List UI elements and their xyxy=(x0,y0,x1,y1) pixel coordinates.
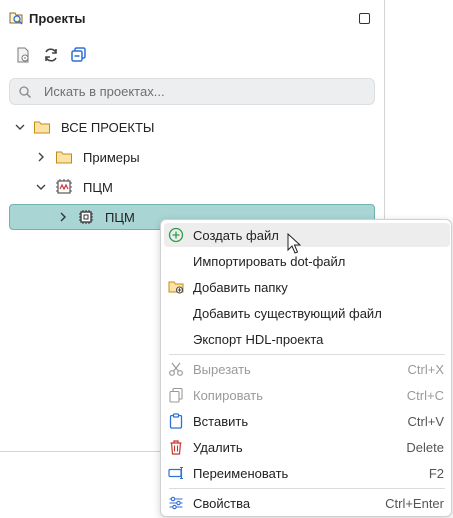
tree-item-examples[interactable]: Примеры xyxy=(0,144,385,170)
context-menu: Создать файл Импортировать dot-файл Доба… xyxy=(160,219,452,517)
menu-item-delete[interactable]: Удалить Delete xyxy=(164,435,450,459)
menu-separator xyxy=(169,354,445,355)
menu-item-cut[interactable]: Вырезать Ctrl+X xyxy=(164,357,450,381)
open-file-icon[interactable] xyxy=(14,46,32,64)
mouse-cursor-icon xyxy=(287,233,301,254)
chevron-right-icon[interactable] xyxy=(35,151,47,163)
rename-icon xyxy=(168,466,183,480)
menu-item-label: Свойства xyxy=(193,496,251,511)
search-input[interactable] xyxy=(44,82,364,101)
tree-item-label: Примеры xyxy=(83,150,140,165)
folder-icon xyxy=(34,121,50,134)
menu-item-import-dot[interactable]: Импортировать dot-файл xyxy=(164,249,450,273)
menu-item-label: Экспорт HDL-проекта xyxy=(193,332,324,347)
trash-icon xyxy=(170,440,182,455)
menu-item-shortcut: Delete xyxy=(406,440,444,455)
scissors-icon xyxy=(169,362,183,376)
menu-item-shortcut: Ctrl+V xyxy=(407,414,444,429)
tree-item-pcm-project[interactable]: ПЦМ xyxy=(0,174,385,200)
menu-item-label: Удалить xyxy=(193,440,243,455)
menu-item-label: Вставить xyxy=(193,414,249,429)
panel-header: Проекты xyxy=(0,0,385,36)
menu-item-label: Переименовать xyxy=(193,466,289,481)
refresh-icon[interactable] xyxy=(42,46,60,64)
tree-item-label: ПЦМ xyxy=(83,180,113,195)
menu-item-label: Импортировать dot-файл xyxy=(193,254,346,269)
menu-item-add-folder[interactable]: Добавить папку xyxy=(164,275,450,299)
chevron-down-icon[interactable] xyxy=(14,121,26,133)
projects-search-icon xyxy=(9,12,23,25)
folder-icon xyxy=(56,151,72,164)
search-box xyxy=(9,78,375,105)
menu-item-shortcut: F2 xyxy=(428,466,444,481)
menu-item-create-file[interactable]: Создать файл xyxy=(164,223,450,247)
tree-item-label: ПЦМ xyxy=(105,210,135,225)
menu-item-label: Добавить папку xyxy=(193,280,288,295)
menu-item-rename[interactable]: Переименовать F2 xyxy=(164,461,450,485)
menu-item-copy[interactable]: Копировать Ctrl+C xyxy=(164,383,450,407)
chevron-down-icon[interactable] xyxy=(35,181,47,193)
menu-item-properties[interactable]: Свойства Ctrl+Enter xyxy=(164,491,450,515)
menu-item-shortcut: Ctrl+C xyxy=(406,388,444,403)
maximize-button[interactable] xyxy=(359,13,370,24)
collapse-all-icon[interactable] xyxy=(70,46,88,64)
chevron-right-icon[interactable] xyxy=(57,211,69,223)
chip-icon xyxy=(79,210,93,224)
menu-item-add-existing-file[interactable]: Добавить существующий файл xyxy=(164,301,450,325)
tree-item-all-projects[interactable]: ВСЕ ПРОЕКТЫ xyxy=(0,114,385,140)
menu-item-label: Копировать xyxy=(193,388,263,403)
menu-item-label: Вырезать xyxy=(193,362,251,377)
clipboard-icon xyxy=(169,413,183,429)
tree-item-label: ВСЕ ПРОЕКТЫ xyxy=(61,120,155,135)
copy-icon xyxy=(169,387,183,403)
sliders-icon xyxy=(169,496,183,510)
menu-item-label: Добавить существующий файл xyxy=(193,306,382,321)
search-icon xyxy=(19,86,31,98)
menu-item-paste[interactable]: Вставить Ctrl+V xyxy=(164,409,450,433)
menu-item-export-hdl[interactable]: Экспорт HDL-проекта xyxy=(164,327,450,351)
add-folder-icon xyxy=(168,281,184,294)
panel-title: Проекты xyxy=(29,11,86,26)
project-icon xyxy=(56,179,72,194)
menu-separator xyxy=(169,488,445,489)
menu-item-shortcut: Ctrl+Enter xyxy=(385,496,444,511)
plus-circle-icon xyxy=(168,227,184,243)
menu-item-shortcut: Ctrl+X xyxy=(407,362,444,377)
menu-item-label: Создать файл xyxy=(193,228,279,243)
